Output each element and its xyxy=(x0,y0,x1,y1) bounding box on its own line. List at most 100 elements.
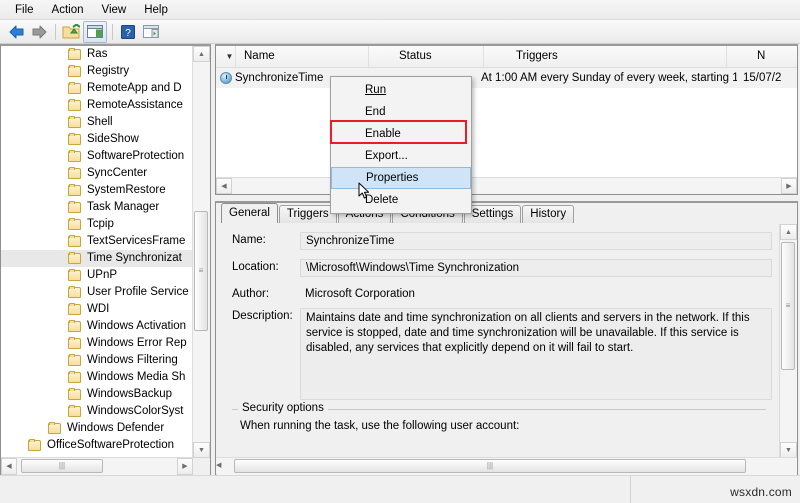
tab-triggers[interactable]: Triggers xyxy=(278,205,337,223)
details-scroll-up-button[interactable]: ▲ xyxy=(780,224,797,240)
field-label-name: Name: xyxy=(232,234,266,246)
tree-item-label: SoftwareProtection xyxy=(87,150,185,162)
tree-item-softwareprotection[interactable]: SoftwareProtection xyxy=(1,148,193,165)
details-vertical-scroll-thumb[interactable]: ≡ xyxy=(781,242,795,370)
tree-item-user-profile-service[interactable]: User Profile Service xyxy=(1,284,193,301)
tree-item-textservicesframe[interactable]: TextServicesFrame xyxy=(1,233,193,250)
column-header-name[interactable]: Name xyxy=(236,46,369,67)
folder-icon xyxy=(67,252,83,265)
tree-item-label: Task Manager xyxy=(87,201,160,213)
show-hide-action-pane-icon[interactable] xyxy=(140,22,162,42)
tree-item-time-synchronizat[interactable]: Time Synchronizat xyxy=(1,250,193,267)
column-header-triggers[interactable]: Triggers xyxy=(484,46,727,67)
tree-horizontal-scrollbar[interactable]: ◀ ||| ▶ xyxy=(1,457,193,475)
up-folder-icon[interactable] xyxy=(60,22,82,42)
folder-icon xyxy=(67,116,83,129)
tree-item-label: TextServicesFrame xyxy=(87,235,186,247)
folder-icon xyxy=(67,235,83,248)
menu-item-file[interactable]: File xyxy=(6,2,43,18)
field-value-description: Maintains date and time synchronization … xyxy=(300,308,772,400)
menu-item-action[interactable]: Action xyxy=(43,2,93,18)
tree-item-label: WindowsBackup xyxy=(87,388,173,400)
context-menu-item-end[interactable]: End xyxy=(331,101,471,123)
tree-item-remoteapp-and-d[interactable]: RemoteApp and D xyxy=(1,80,193,97)
tree-item-windows-error-rep[interactable]: Windows Error Rep xyxy=(1,335,193,352)
tree-scroll-up-button[interactable]: ▲ xyxy=(193,46,210,62)
tree-item-label: Ras xyxy=(87,48,108,60)
tree-item-synccenter[interactable]: SyncCenter xyxy=(1,165,193,182)
details-horizontal-scrollbar[interactable]: ◀ ||| ▶ xyxy=(216,457,797,475)
folder-icon xyxy=(67,320,83,333)
context-menu-label-export: Export... xyxy=(365,150,408,162)
task-list-horizontal-scrollbar[interactable]: ◀ ▶ xyxy=(216,177,797,194)
folder-icon xyxy=(67,48,83,61)
tab-settings[interactable]: Settings xyxy=(463,205,522,223)
context-menu-item-export[interactable]: Export... xyxy=(331,145,471,167)
context-menu-item-properties[interactable]: Properties xyxy=(331,167,471,189)
task-list-view: ▼ Name Status Triggers N SynchronizeTime… xyxy=(215,44,798,195)
tree-item-tcpip[interactable]: Tcpip xyxy=(1,216,193,233)
tree-item-label: Windows Defender xyxy=(67,422,165,434)
forward-icon[interactable] xyxy=(28,22,50,42)
tree-item-label: Windows Media Sh xyxy=(87,371,186,383)
details-vertical-scrollbar[interactable]: ▲ ≡ ▼ xyxy=(779,224,797,458)
tree-vertical-scroll-thumb[interactable]: ≡ xyxy=(194,211,208,331)
tree-item-windows-media-sh[interactable]: Windows Media Sh xyxy=(1,369,193,386)
clock-icon xyxy=(220,72,232,84)
context-menu-item-enable[interactable]: Enable xyxy=(331,123,471,145)
folder-icon xyxy=(67,371,83,384)
folder-icon xyxy=(67,133,83,146)
tree-item-registry[interactable]: Registry xyxy=(1,63,193,80)
tree-item-label: SideShow xyxy=(87,133,139,145)
tree-item-windows-activation[interactable]: Windows Activation xyxy=(1,318,193,335)
tree-item-label: Windows Error Rep xyxy=(87,337,187,349)
task-list-scroll-left-button[interactable]: ◀ xyxy=(216,178,232,194)
tree-scroll-corner xyxy=(193,458,210,475)
tree-scroll-down-button[interactable]: ▼ xyxy=(193,442,210,458)
tree-horizontal-scroll-thumb[interactable]: ||| xyxy=(21,459,103,473)
tree-item-remoteassistance[interactable]: RemoteAssistance xyxy=(1,97,193,114)
security-options-title: Security options xyxy=(238,402,328,414)
tree-scroll-left-button[interactable]: ◀ xyxy=(1,458,17,475)
folder-icon xyxy=(27,439,43,452)
tree-item-task-manager[interactable]: Task Manager xyxy=(1,199,193,216)
task-list-scroll-right-button[interactable]: ▶ xyxy=(781,178,797,194)
tree-item-shell[interactable]: Shell xyxy=(1,114,193,131)
tree-item-sideshow[interactable]: SideShow xyxy=(1,131,193,148)
context-menu-item-run[interactable]: Run xyxy=(331,79,471,101)
tree-item-windows-filtering[interactable]: Windows Filtering xyxy=(1,352,193,369)
tree-item-windowscolorsyst[interactable]: WindowsColorSyst xyxy=(1,403,193,420)
tree-item-upnp[interactable]: UPnP xyxy=(1,267,193,284)
tab-history[interactable]: History xyxy=(522,205,575,223)
tree-item-officesoftwareprotection[interactable]: OfficeSoftwareProtection xyxy=(1,437,193,454)
table-row[interactable]: SynchronizeTime At 1:00 AM every Sunday … xyxy=(216,68,797,88)
show-hide-console-tree-icon[interactable] xyxy=(83,20,107,43)
details-scroll-down-button[interactable]: ▼ xyxy=(780,442,797,458)
menu-item-help[interactable]: Help xyxy=(135,2,177,18)
help-icon[interactable]: ? xyxy=(117,22,139,42)
context-menu-label-properties: Properties xyxy=(366,172,419,184)
field-description-row: Description: Maintains date and time syn… xyxy=(216,308,780,400)
details-horizontal-scroll-thumb[interactable]: ||| xyxy=(234,459,746,473)
folder-icon xyxy=(67,184,83,197)
tree-item-wdi[interactable]: WDI xyxy=(1,301,193,318)
security-options-line: When running the task, use the following… xyxy=(240,420,520,432)
tree-scroll-area: Ras Registry RemoteApp and D RemoteAssistan… xyxy=(1,46,193,458)
back-icon[interactable] xyxy=(5,22,27,42)
tree-item-systemrestore[interactable]: SystemRestore xyxy=(1,182,193,199)
tree-vertical-scrollbar[interactable]: ▲ ≡ ▼ xyxy=(192,46,210,458)
tree-scroll-right-button[interactable]: ▶ xyxy=(177,458,193,475)
context-menu-label-end: End xyxy=(365,106,386,118)
security-options-group: Security options When running the task, … xyxy=(232,402,766,432)
column-header-status[interactable]: Status xyxy=(369,46,484,67)
tab-general[interactable]: General xyxy=(221,203,278,223)
menu-item-view[interactable]: View xyxy=(93,2,136,18)
column-header-next-run[interactable]: N xyxy=(727,46,787,67)
context-menu-item-delete[interactable]: Delete xyxy=(331,189,471,211)
toolbar: ? xyxy=(0,20,800,44)
folder-icon xyxy=(47,422,63,435)
sort-indicator-icon[interactable]: ▼ xyxy=(216,46,236,67)
tree-item-ras[interactable]: Ras xyxy=(1,46,193,63)
tree-item-windows-defender[interactable]: Windows Defender xyxy=(1,420,193,437)
tree-item-windowsbackup[interactable]: WindowsBackup xyxy=(1,386,193,403)
